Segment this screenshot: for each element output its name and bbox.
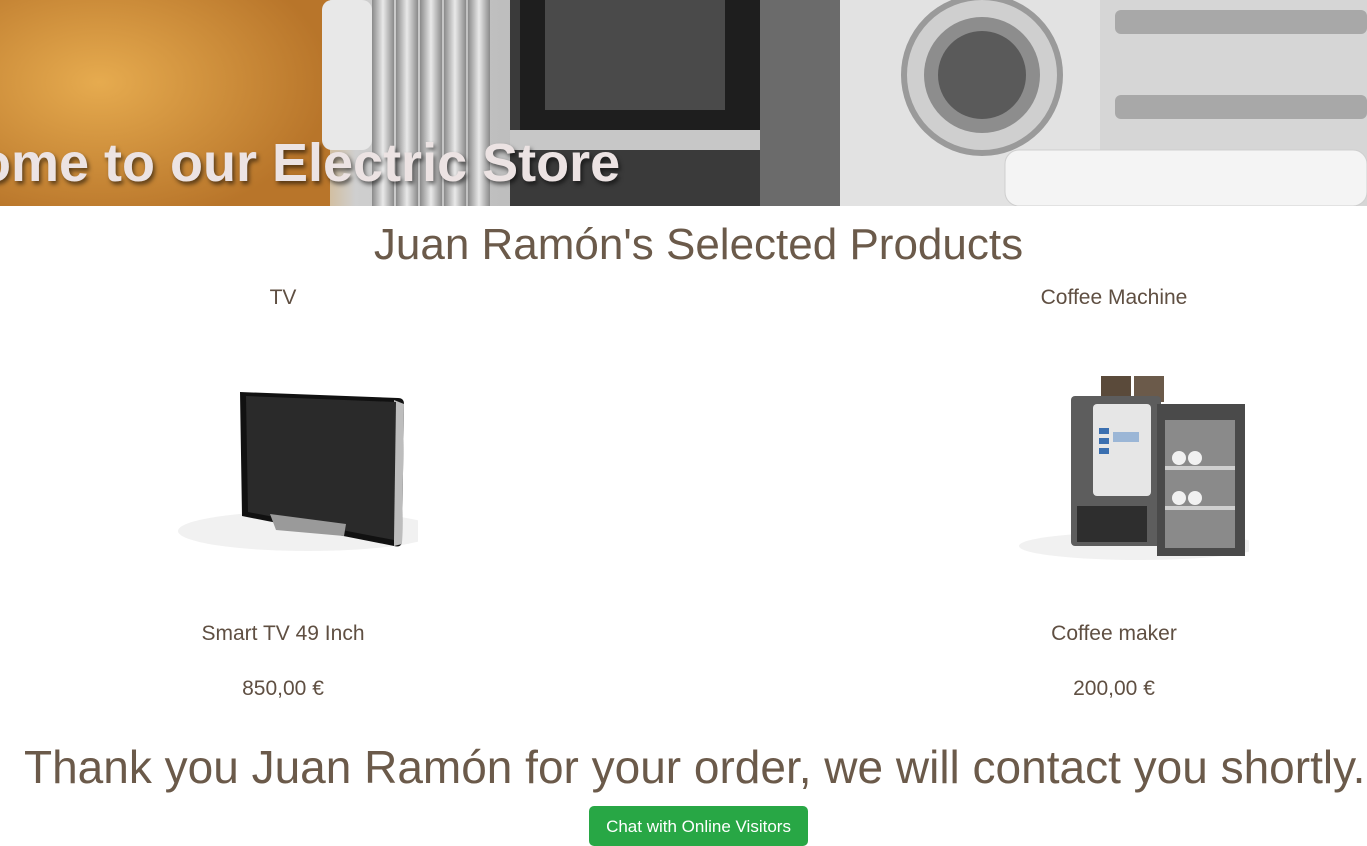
product-price: 850,00 € bbox=[242, 677, 324, 700]
hero-title: ome to our Electric Store bbox=[0, 133, 621, 193]
page-title: Juan Ramón's Selected Products bbox=[373, 220, 1024, 269]
order-confirmation-message: Thank you Juan Ramón for your order, we … bbox=[24, 741, 1366, 793]
coffee-machine-icon bbox=[1019, 376, 1249, 560]
tv-icon bbox=[178, 392, 418, 551]
product-category: Coffee Machine bbox=[1040, 286, 1188, 309]
product-category: TV bbox=[269, 286, 297, 309]
hero-banner: ome to our Electric Store bbox=[0, 0, 1367, 206]
product-price: 200,00 € bbox=[1073, 677, 1155, 700]
chat-with-visitors-button[interactable]: Chat with Online Visitors bbox=[589, 806, 808, 846]
product-name: Smart TV 49 Inch bbox=[201, 622, 365, 645]
product-name: Coffee maker bbox=[1051, 622, 1177, 645]
